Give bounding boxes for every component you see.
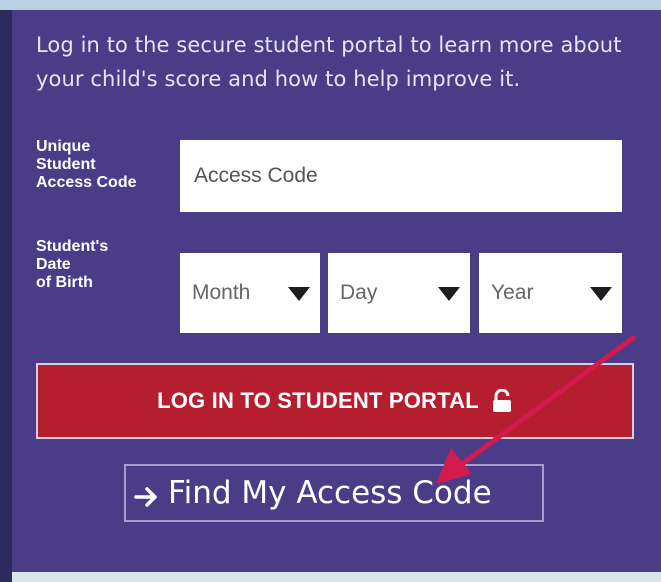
chevron-down-icon <box>438 287 460 301</box>
year-select-value: Year <box>491 281 534 304</box>
date-of-birth-label: Student's Date of Birth <box>36 238 109 291</box>
chevron-down-icon <box>288 287 310 301</box>
month-select-value: Month <box>192 281 251 304</box>
login-button-label: LOG IN TO STUDENT PORTAL <box>157 388 479 413</box>
panel-edge <box>0 10 12 582</box>
day-select-value: Day <box>340 281 378 304</box>
chevron-down-icon <box>590 287 612 301</box>
year-select[interactable]: Year <box>479 253 622 333</box>
find-code-label: Find My Access Code <box>168 475 492 511</box>
access-code-label: Unique Student Access Code <box>36 138 137 191</box>
month-select[interactable]: Month <box>180 253 320 333</box>
lock-icon <box>491 388 513 413</box>
intro-text: Log in to the secure student portal to l… <box>36 33 622 91</box>
login-to-student-portal-button[interactable]: LOG IN TO STUDENT PORTAL <box>36 363 634 439</box>
find-my-access-code-link[interactable]: Find My Access Code <box>124 464 544 522</box>
arrow-right-icon <box>134 481 158 507</box>
access-code-input[interactable] <box>180 140 622 212</box>
day-select[interactable]: Day <box>328 253 470 333</box>
